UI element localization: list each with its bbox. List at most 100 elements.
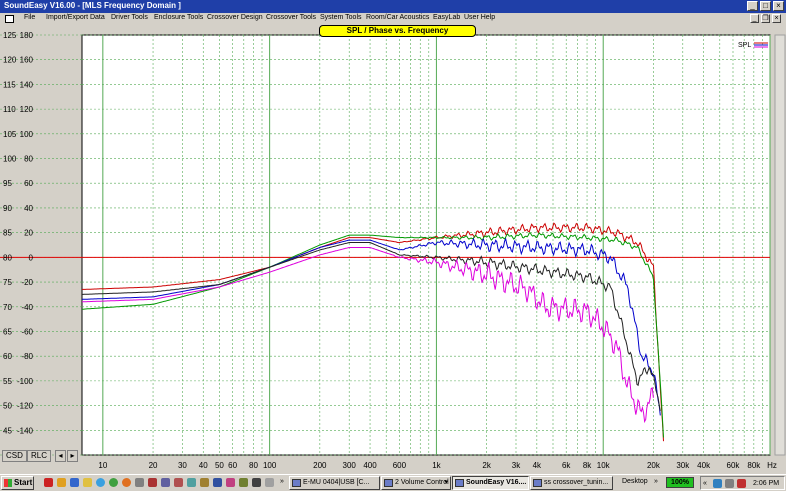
quicklaunch-app-icon[interactable] (57, 478, 66, 487)
quicklaunch-speaker-icon[interactable] (174, 478, 183, 487)
x-tick-label: 60k (727, 461, 741, 470)
x-tick-label: 20 (149, 461, 158, 470)
tab-scroll-right[interactable]: ▸ (67, 450, 78, 462)
close-button[interactable]: × (773, 1, 784, 11)
plot-area (81, 34, 771, 456)
tab-scroll-left[interactable]: ◂ (55, 450, 66, 462)
y-tick-spl: 80 (3, 253, 12, 262)
quicklaunch-firefox-icon[interactable] (122, 478, 131, 487)
spl-phase-chart: 125 180120 160115 140110 120105 100100 8095 609… (0, 25, 786, 475)
x-tick-label: 4k (533, 461, 542, 470)
y-tick-spl: 50 (3, 402, 12, 411)
zoom-indicator[interactable]: 100% (666, 477, 694, 488)
quicklaunch-folder-icon[interactable] (83, 478, 92, 487)
y-tick-phase: 60 (24, 179, 33, 188)
quicklaunch-tool-icon[interactable] (161, 478, 170, 487)
desktop-toolbar-label[interactable]: Desktop (622, 476, 648, 488)
y-tick-spl: 75 (3, 278, 12, 287)
quicklaunch-ie-icon[interactable] (96, 478, 105, 487)
quicklaunch-network-icon[interactable] (187, 478, 196, 487)
child-restore-button[interactable]: ❐ (761, 14, 770, 23)
y-tick-phase: 40 (24, 204, 33, 213)
x-tick-label: 600 (393, 461, 407, 470)
y-tick-phase: 80 (24, 155, 33, 164)
y-tick-phase: 0 (29, 253, 34, 262)
y-tick-spl: 60 (3, 352, 12, 361)
x-tick-label: 1k (432, 461, 441, 470)
y-tick-spl: 105 (3, 130, 17, 139)
x-tick-label: 2k (482, 461, 491, 470)
tab-csd[interactable]: CSD (2, 450, 27, 462)
child-minimize-button[interactable]: _ (750, 14, 759, 23)
menu-file[interactable]: File (24, 14, 35, 21)
window-icon (455, 479, 464, 487)
menu-import-export[interactable]: Import/Export Data (46, 14, 105, 21)
quicklaunch-tool5-icon[interactable] (239, 478, 248, 487)
quicklaunch-chevron-icon[interactable]: » (280, 476, 284, 488)
tray-network-icon[interactable] (713, 479, 722, 488)
quicklaunch-tool7-icon[interactable] (265, 478, 274, 487)
y-tick-spl: 70 (3, 303, 12, 312)
quicklaunch-acrobat-icon[interactable] (44, 478, 53, 487)
document-menu-icon[interactable] (5, 15, 14, 23)
y-tick-spl: 90 (3, 204, 12, 213)
y-tick-phase: -80 (21, 352, 33, 361)
x-tick-label: 30 (178, 461, 187, 470)
quicklaunch-media-icon[interactable] (70, 478, 79, 487)
menu-room-car-acoustics[interactable]: Room/Car Acoustics (366, 14, 429, 21)
y-tick-spl: 125 (3, 31, 17, 40)
x-tick-label: 40k (697, 461, 711, 470)
window-title: SoundEasy V16.00 - [MLS Frequency Domain… (4, 1, 181, 10)
task-ss-crossover[interactable]: ss crossover_tunin... (530, 476, 613, 490)
tray-app-icon[interactable] (737, 479, 746, 488)
tab-rlc[interactable]: RLC (27, 450, 52, 462)
window-icon (384, 479, 393, 487)
task-volume-control[interactable]: 2 Volume Control ▾ (381, 476, 451, 490)
legend-label: SPL (738, 42, 751, 49)
x-tick-label: 60 (228, 461, 237, 470)
x-tick-label: 200 (313, 461, 327, 470)
title-bar: SoundEasy V16.00 - [MLS Frequency Domain… (0, 0, 786, 13)
window-icon (292, 479, 301, 487)
y-tick-phase: -60 (21, 327, 33, 336)
x-tick-label: 30k (676, 461, 690, 470)
y-tick-phase: 160 (20, 56, 34, 65)
task-soundeasy[interactable]: SoundEasy V16.... (452, 476, 529, 490)
menu-driver-tools[interactable]: Driver Tools (111, 14, 148, 21)
quicklaunch-tool4-icon[interactable] (226, 478, 235, 487)
x-tick-label: 3k (512, 461, 521, 470)
dropdown-arrow-icon: ▾ (444, 479, 448, 486)
quicklaunch-tool2-icon[interactable] (200, 478, 209, 487)
menu-crossover-design[interactable]: Crossover Design (207, 14, 263, 21)
quicklaunch-tool6-icon[interactable] (252, 478, 261, 487)
y-tick-spl: 100 (3, 155, 17, 164)
menu-user-help[interactable]: User Help (464, 14, 495, 21)
vertical-scrollbar[interactable] (774, 34, 786, 456)
quicklaunch-audio-icon[interactable] (148, 478, 157, 487)
x-tick-label: 8k (583, 461, 592, 470)
quicklaunch-calc-icon[interactable] (135, 478, 144, 487)
task-emu-0404[interactable]: E-MU 0404|USB [C... (289, 476, 380, 490)
quicklaunch-tool3-icon[interactable] (213, 478, 222, 487)
child-close-button[interactable]: × (772, 14, 781, 23)
x-tick-label: 20k (647, 461, 661, 470)
y-tick-spl: 85 (3, 229, 12, 238)
menu-easylab[interactable]: EasyLab (433, 14, 460, 21)
menu-crossover-tools[interactable]: Crossover Tools (266, 14, 316, 21)
tray-volume-icon[interactable] (725, 479, 734, 488)
maximize-button[interactable]: □ (760, 1, 771, 11)
menu-enclosure-tools[interactable]: Enclosure Tools (154, 14, 203, 21)
x-tick-label: 80 (249, 461, 258, 470)
x-tick-label: 50 (215, 461, 224, 470)
menu-system-tools[interactable]: System Tools (320, 14, 362, 21)
chart-title: SPL / Phase vs. Frequency (319, 25, 476, 37)
x-tick-label: 10 (98, 461, 107, 470)
start-button[interactable]: Start (1, 476, 34, 490)
x-tick-label: 300 (343, 461, 357, 470)
taskbar: Start » E-MU 0404|USB [C... 2 Volume Con… (0, 474, 786, 491)
x-tick-label: 6k (562, 461, 571, 470)
tray-expand-icon[interactable]: « (703, 478, 707, 490)
quicklaunch-chrome-icon[interactable] (109, 478, 118, 487)
desktop-toolbar-chevron-icon[interactable]: » (654, 476, 658, 488)
minimize-button[interactable]: _ (747, 1, 758, 11)
